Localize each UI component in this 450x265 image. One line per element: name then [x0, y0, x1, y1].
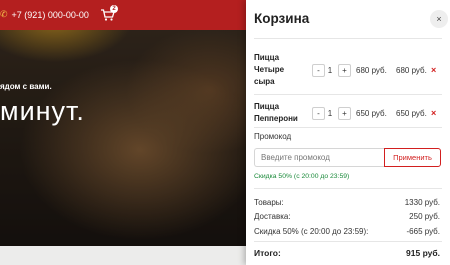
summary-goods-label: Товары:: [254, 198, 284, 207]
total-label: Итого:: [254, 248, 281, 258]
item-qty: 1: [327, 66, 333, 75]
phone-icon: ✆: [0, 9, 8, 19]
close-button[interactable]: ×: [430, 10, 448, 28]
decrease-qty-button[interactable]: -: [312, 107, 325, 120]
increase-qty-button[interactable]: +: [338, 107, 351, 120]
remove-item-icon[interactable]: ×: [431, 108, 436, 118]
item-name: Пицца Пепперони: [254, 102, 298, 123]
phone-number: +7 (921) 000-00-00: [11, 9, 89, 20]
summary-discount-label: Скидка 50% (с 20:00 до 23:59):: [254, 227, 369, 236]
header-cart-button[interactable]: 2: [101, 5, 118, 21]
divider: [254, 127, 442, 128]
divider: [254, 94, 442, 95]
cart-title: Корзина: [254, 11, 310, 26]
cart-count-badge: 2: [110, 5, 118, 13]
header-phone[interactable]: ✆ +7 (921) 000-00-00: [0, 9, 89, 20]
item-qty: 1: [327, 109, 333, 118]
divider: [254, 241, 442, 242]
summary-delivery-value: 250 руб.: [409, 212, 440, 221]
apply-promo-button[interactable]: Применить: [384, 148, 441, 167]
hero-title: минут.: [0, 96, 85, 126]
divider: [254, 188, 442, 189]
background-bottom-bar: [0, 246, 246, 265]
overlay-dim: [0, 0, 246, 265]
promo-applied-note: Скидка 50% (с 20:00 до 23:59): [254, 173, 350, 180]
decrease-qty-button[interactable]: -: [312, 64, 325, 77]
total-value: 915 руб.: [406, 248, 440, 258]
site-header: ✆ +7 (921) 000-00-00 2: [0, 0, 246, 30]
cart-drawer: Корзина × Пицца Четыре сыра - 1 + 680 ру…: [246, 0, 450, 265]
summary-goods-value: 1330 руб.: [404, 198, 440, 207]
summary-discount-value: -665 руб.: [406, 227, 441, 236]
divider: [254, 38, 442, 39]
remove-item-icon[interactable]: ×: [431, 65, 436, 75]
promo-label: Промокод: [254, 132, 292, 141]
item-total-price: 680 руб.: [396, 66, 427, 75]
hero-subtitle: ядом с вами.: [0, 82, 52, 91]
item-unit-price: 680 руб.: [356, 66, 387, 75]
item-unit-price: 650 руб.: [356, 109, 387, 118]
increase-qty-button[interactable]: +: [338, 64, 351, 77]
promo-code-input[interactable]: [254, 148, 384, 167]
close-icon: ×: [436, 14, 442, 24]
summary-delivery-label: Доставка:: [254, 212, 291, 221]
item-name: Пицца Четыре сыра: [254, 53, 285, 86]
item-total-price: 650 руб.: [396, 109, 427, 118]
